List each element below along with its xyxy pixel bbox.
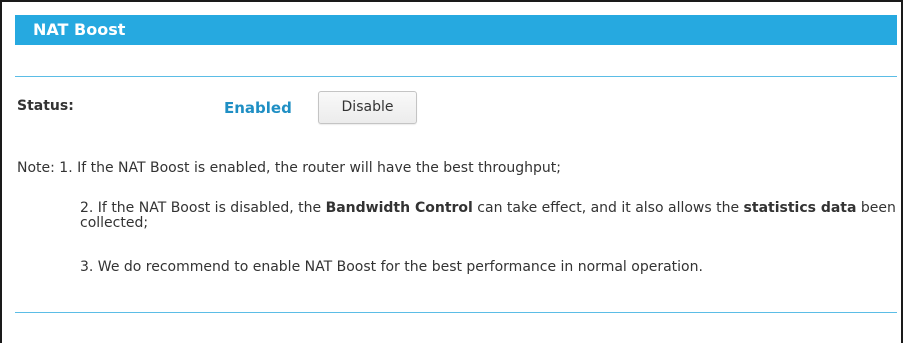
- note-2-bandwidth-control: Bandwidth Control: [325, 200, 473, 216]
- divider-bottom: [15, 312, 897, 313]
- note-item-3: 3. We do recommend to enable NAT Boost f…: [80, 259, 703, 275]
- page-title: NAT Boost: [15, 15, 897, 45]
- divider-top: [15, 76, 897, 77]
- note-item-2: 2. If the NAT Boost is disabled, the Ban…: [80, 201, 900, 231]
- note-2-statistics-data: statistics data: [743, 200, 857, 216]
- note-item-1: Note: 1. If the NAT Boost is enabled, th…: [17, 160, 561, 176]
- status-label: Status:: [17, 98, 74, 114]
- note-2-text-a: 2. If the NAT Boost is disabled, the: [80, 200, 326, 216]
- status-value: Enabled: [224, 99, 292, 117]
- disable-button[interactable]: Disable: [318, 91, 417, 124]
- note-2-text-b: can take effect, and it also allows the: [472, 200, 744, 216]
